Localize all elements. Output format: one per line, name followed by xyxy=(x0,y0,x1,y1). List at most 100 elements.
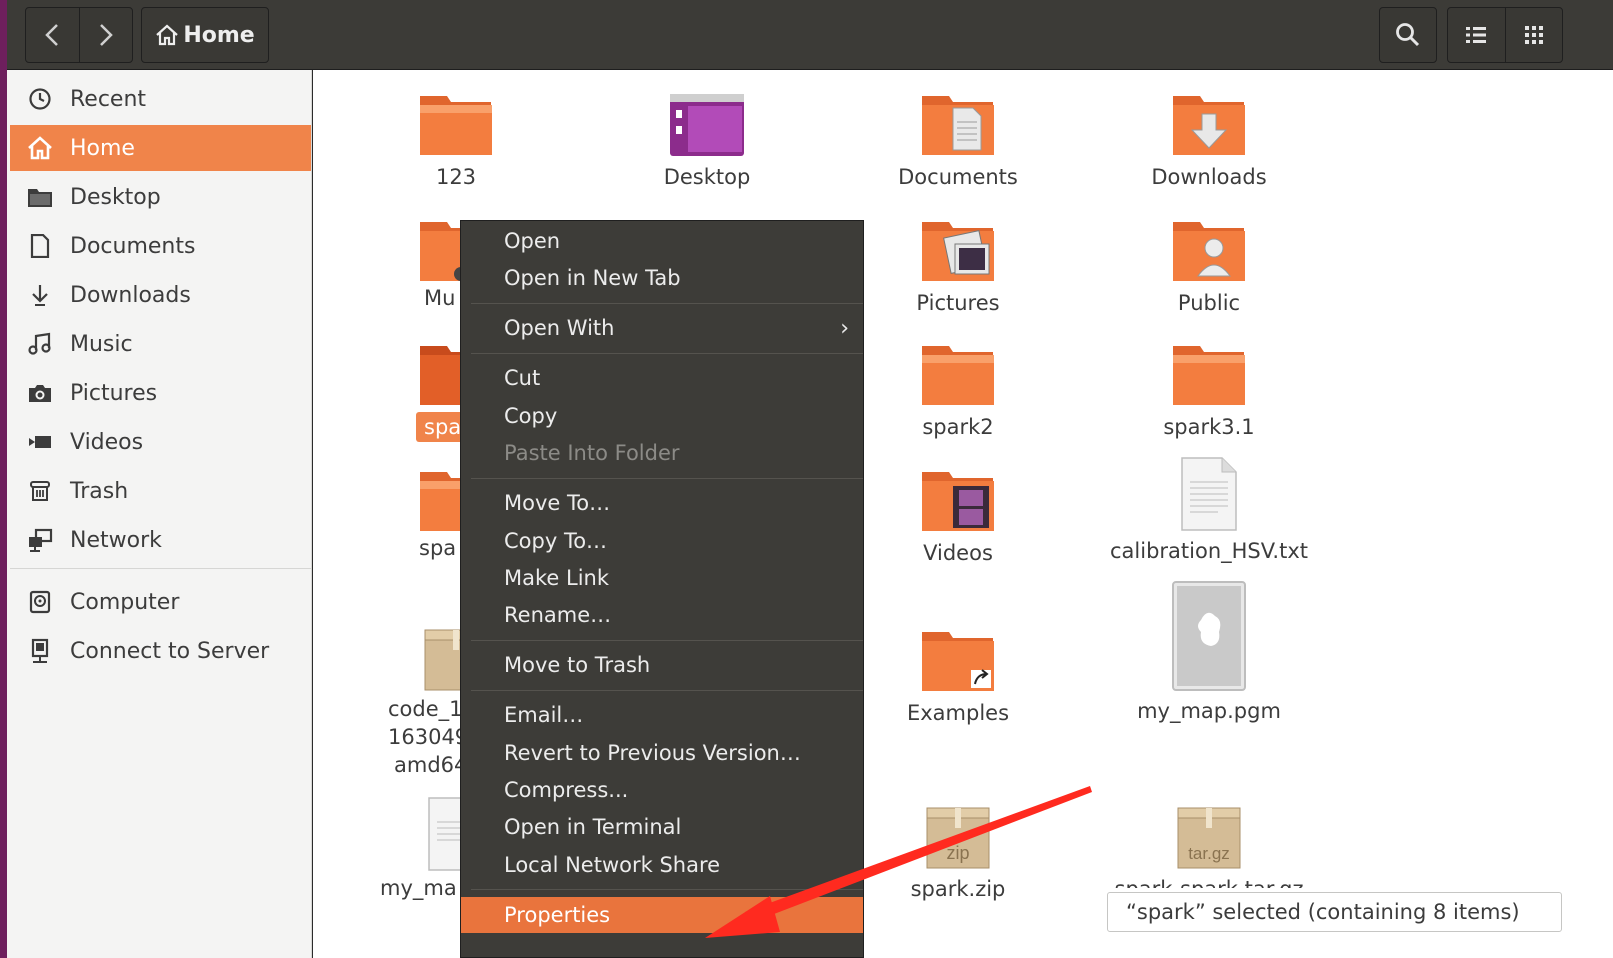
file-label-targz-clipped: spark-spark.tar.gz xyxy=(1089,876,1329,888)
sidebar-item-downloads[interactable]: Downloads xyxy=(10,272,311,318)
download-icon xyxy=(32,285,48,306)
menu-item-open[interactable]: Open xyxy=(461,223,863,259)
menu-item-open-in-new-tab[interactable]: Open in New Tab xyxy=(461,260,863,296)
sidebar-item-music[interactable]: Music xyxy=(10,321,311,367)
desktop-edge xyxy=(0,0,7,958)
sidebar-item-label: Downloads xyxy=(70,282,191,308)
folder-icon xyxy=(1173,346,1245,405)
sidebar-item-label: Home xyxy=(70,135,135,161)
menu-item-properties[interactable]: Properties xyxy=(461,897,863,933)
grid-view-button[interactable] xyxy=(1504,8,1563,62)
path-bar-home[interactable]: Home xyxy=(141,7,269,63)
sidebar-item-connect-to-server[interactable]: Connect to Server xyxy=(10,628,311,674)
menu-item-open-in-terminal[interactable]: Open in Terminal xyxy=(461,809,863,845)
navigation-buttons xyxy=(25,7,133,63)
menu-item-compress[interactable]: Compress... xyxy=(461,772,863,808)
list-view-button[interactable] xyxy=(1448,8,1505,62)
server-icon xyxy=(31,638,49,663)
file-label-code-partial: code_1 163049 amd64 xyxy=(388,697,469,777)
video-icon xyxy=(29,436,51,448)
view-buttons xyxy=(1447,7,1563,63)
file-label-my-map-partial: my_ma xyxy=(380,876,457,900)
menu-item-cut[interactable]: Cut xyxy=(461,360,863,396)
menu-item-local-network-share[interactable]: Local Network Share xyxy=(461,847,863,883)
menu-item-copy-to[interactable]: Copy To… xyxy=(461,523,863,559)
file-item-spark-targz[interactable]: tar.gz spark-spark.tar.gz xyxy=(1089,806,1329,888)
file-item-123[interactable]: 123 xyxy=(336,92,576,191)
sidebar-item-label: Computer xyxy=(70,589,180,615)
link-folder-icon xyxy=(922,632,994,691)
menu-item-copy[interactable]: Copy xyxy=(461,398,863,434)
sidebar-item-documents[interactable]: Documents xyxy=(10,223,311,269)
list-view-icon xyxy=(1466,27,1487,43)
file-item-downloads[interactable]: Downloads xyxy=(1089,92,1329,191)
sidebar-item-label: Pictures xyxy=(70,380,158,406)
file-item-calibration-hsv[interactable]: calibration_HSV.txt xyxy=(1089,456,1329,565)
downloads-folder-icon xyxy=(1173,96,1245,155)
sidebar-item-label: Trash xyxy=(70,478,129,504)
sidebar-item-trash[interactable]: Trash xyxy=(10,468,311,514)
sidebar-item-label: Documents xyxy=(70,233,196,259)
file-item-documents[interactable]: Documents xyxy=(838,92,1078,191)
targz-archive-icon: tar.gz xyxy=(1177,807,1241,869)
sidebar-item-network[interactable]: Network xyxy=(10,517,311,563)
sidebar-item-label: Videos xyxy=(70,429,144,455)
forward-button[interactable] xyxy=(78,8,133,62)
sidebar-item-label: Music xyxy=(70,331,133,357)
sidebar-item-label: Recent xyxy=(70,86,147,112)
sidebar-item-pictures[interactable]: Pictures xyxy=(10,370,311,416)
network-icon xyxy=(29,528,53,552)
menu-item-open-with[interactable]: Open With › xyxy=(461,310,863,346)
drive-icon xyxy=(29,590,51,614)
menu-item-move-to[interactable]: Move To… xyxy=(461,485,863,521)
menu-separator xyxy=(471,889,863,890)
sidebar-item-label: Desktop xyxy=(70,184,161,210)
file-label-music-partial: Mu xyxy=(424,286,456,310)
folder-icon xyxy=(28,189,52,207)
file-item-spark3-1[interactable]: spark3.1 xyxy=(1089,342,1329,441)
file-label-spark-other-partial: spa xyxy=(419,536,457,560)
sidebar-item-videos[interactable]: Videos xyxy=(10,419,311,465)
menu-separator xyxy=(471,478,863,479)
path-label: Home xyxy=(183,22,255,48)
clock-icon xyxy=(29,88,51,110)
back-button[interactable] xyxy=(26,8,79,62)
file-item-spark-zip[interactable]: zip spark.zip xyxy=(838,806,1078,903)
file-item-pictures[interactable]: Pictures xyxy=(838,218,1078,317)
sidebar: Recent Home Desktop Documents Downloads … xyxy=(7,70,312,958)
file-item-public[interactable]: Public xyxy=(1089,218,1329,317)
menu-item-revert[interactable]: Revert to Previous Version… xyxy=(461,735,863,771)
menu-item-rename[interactable]: Rename… xyxy=(461,597,863,633)
file-item-examples[interactable]: Examples xyxy=(838,628,1078,727)
menu-separator xyxy=(471,303,863,304)
desktop-folder-icon xyxy=(670,94,744,156)
svg-text:tar.gz: tar.gz xyxy=(1188,844,1230,863)
file-item-spark2[interactable]: spark2 xyxy=(838,342,1078,441)
file-item-desktop[interactable]: Desktop xyxy=(587,92,827,191)
sidebar-item-computer[interactable]: Computer xyxy=(10,579,311,625)
search-button[interactable] xyxy=(1379,7,1437,63)
file-item-my-map-pgm[interactable]: my_map.pgm xyxy=(1089,580,1329,725)
menu-separator xyxy=(471,353,863,354)
file-item-videos[interactable]: Videos xyxy=(838,468,1078,567)
menu-item-move-to-trash[interactable]: Move to Trash xyxy=(461,647,863,683)
svg-text:zip: zip xyxy=(946,843,969,863)
sidebar-item-recent[interactable]: Recent xyxy=(10,76,311,122)
header-bar: Home xyxy=(7,0,1613,70)
menu-separator xyxy=(471,690,863,691)
sidebar-item-home[interactable]: Home xyxy=(10,125,311,171)
status-overlay: “spark” selected (containing 8 items) xyxy=(1107,892,1562,932)
home-icon xyxy=(156,24,179,46)
menu-item-paste-into-folder: Paste Into Folder xyxy=(504,441,680,465)
sidebar-item-desktop[interactable]: Desktop xyxy=(10,174,311,220)
text-file-icon xyxy=(1181,457,1237,531)
chevron-right-icon xyxy=(99,24,113,46)
trash-icon xyxy=(30,481,50,501)
context-menu: Open Open in New Tab Open With › Cut Cop… xyxy=(460,220,864,958)
document-icon xyxy=(30,234,50,258)
menu-item-email[interactable]: Email… xyxy=(461,697,863,733)
menu-item-make-link[interactable]: Make Link xyxy=(461,560,863,596)
folder-icon xyxy=(922,346,994,405)
documents-folder-icon xyxy=(922,96,994,155)
chevron-right-icon: › xyxy=(840,315,849,341)
